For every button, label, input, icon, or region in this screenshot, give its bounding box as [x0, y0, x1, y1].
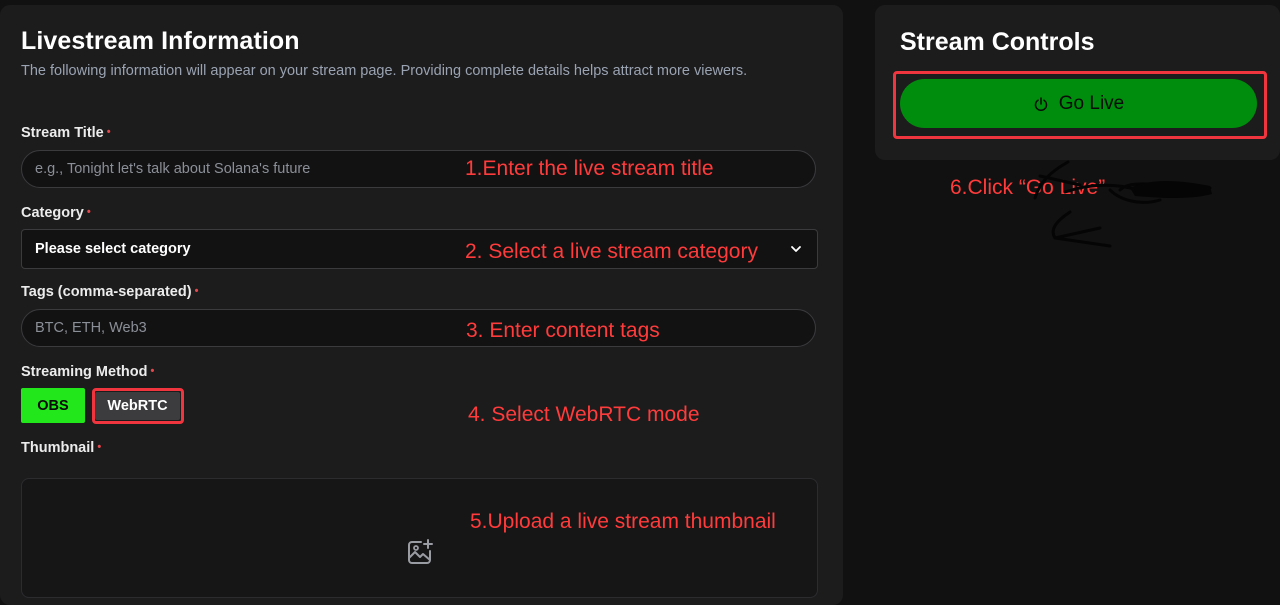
- annotation-step-2: 2. Select a live stream category: [465, 240, 758, 263]
- highlight-go-live: [893, 71, 1267, 139]
- highlight-webrtc: [92, 388, 184, 424]
- method-obs-button[interactable]: OBS: [21, 388, 85, 423]
- thumbnail-upload-area[interactable]: [21, 478, 818, 598]
- annotation-step-3: 3. Enter content tags: [466, 319, 660, 342]
- required-marker: •: [86, 206, 91, 218]
- chevron-down-icon: [791, 246, 801, 252]
- required-marker: •: [97, 441, 102, 453]
- image-add-icon[interactable]: [405, 537, 435, 567]
- required-marker: •: [150, 365, 155, 377]
- page-title: Livestream Information: [21, 27, 300, 55]
- annotation-step-5: 5.Upload a live stream thumbnail: [470, 510, 776, 533]
- category-label: Category •: [21, 205, 91, 221]
- streaming-method-label: Streaming Method •: [21, 364, 155, 380]
- stream-controls-title: Stream Controls: [900, 28, 1095, 56]
- scribble-mark: [1033, 160, 1212, 248]
- stream-title-label: Stream Title •: [21, 125, 111, 141]
- category-select-value: Please select category: [35, 241, 191, 257]
- thumbnail-label: Thumbnail •: [21, 440, 102, 456]
- annotation-step-1: 1.Enter the live stream title: [465, 157, 714, 180]
- tags-input[interactable]: [21, 309, 816, 347]
- page-description: The following information will appear on…: [21, 63, 748, 79]
- required-marker: •: [194, 285, 199, 297]
- required-marker: •: [106, 126, 111, 138]
- annotation-step-4: 4. Select WebRTC mode: [468, 403, 700, 426]
- tags-label: Tags (comma-separated) •: [21, 284, 199, 300]
